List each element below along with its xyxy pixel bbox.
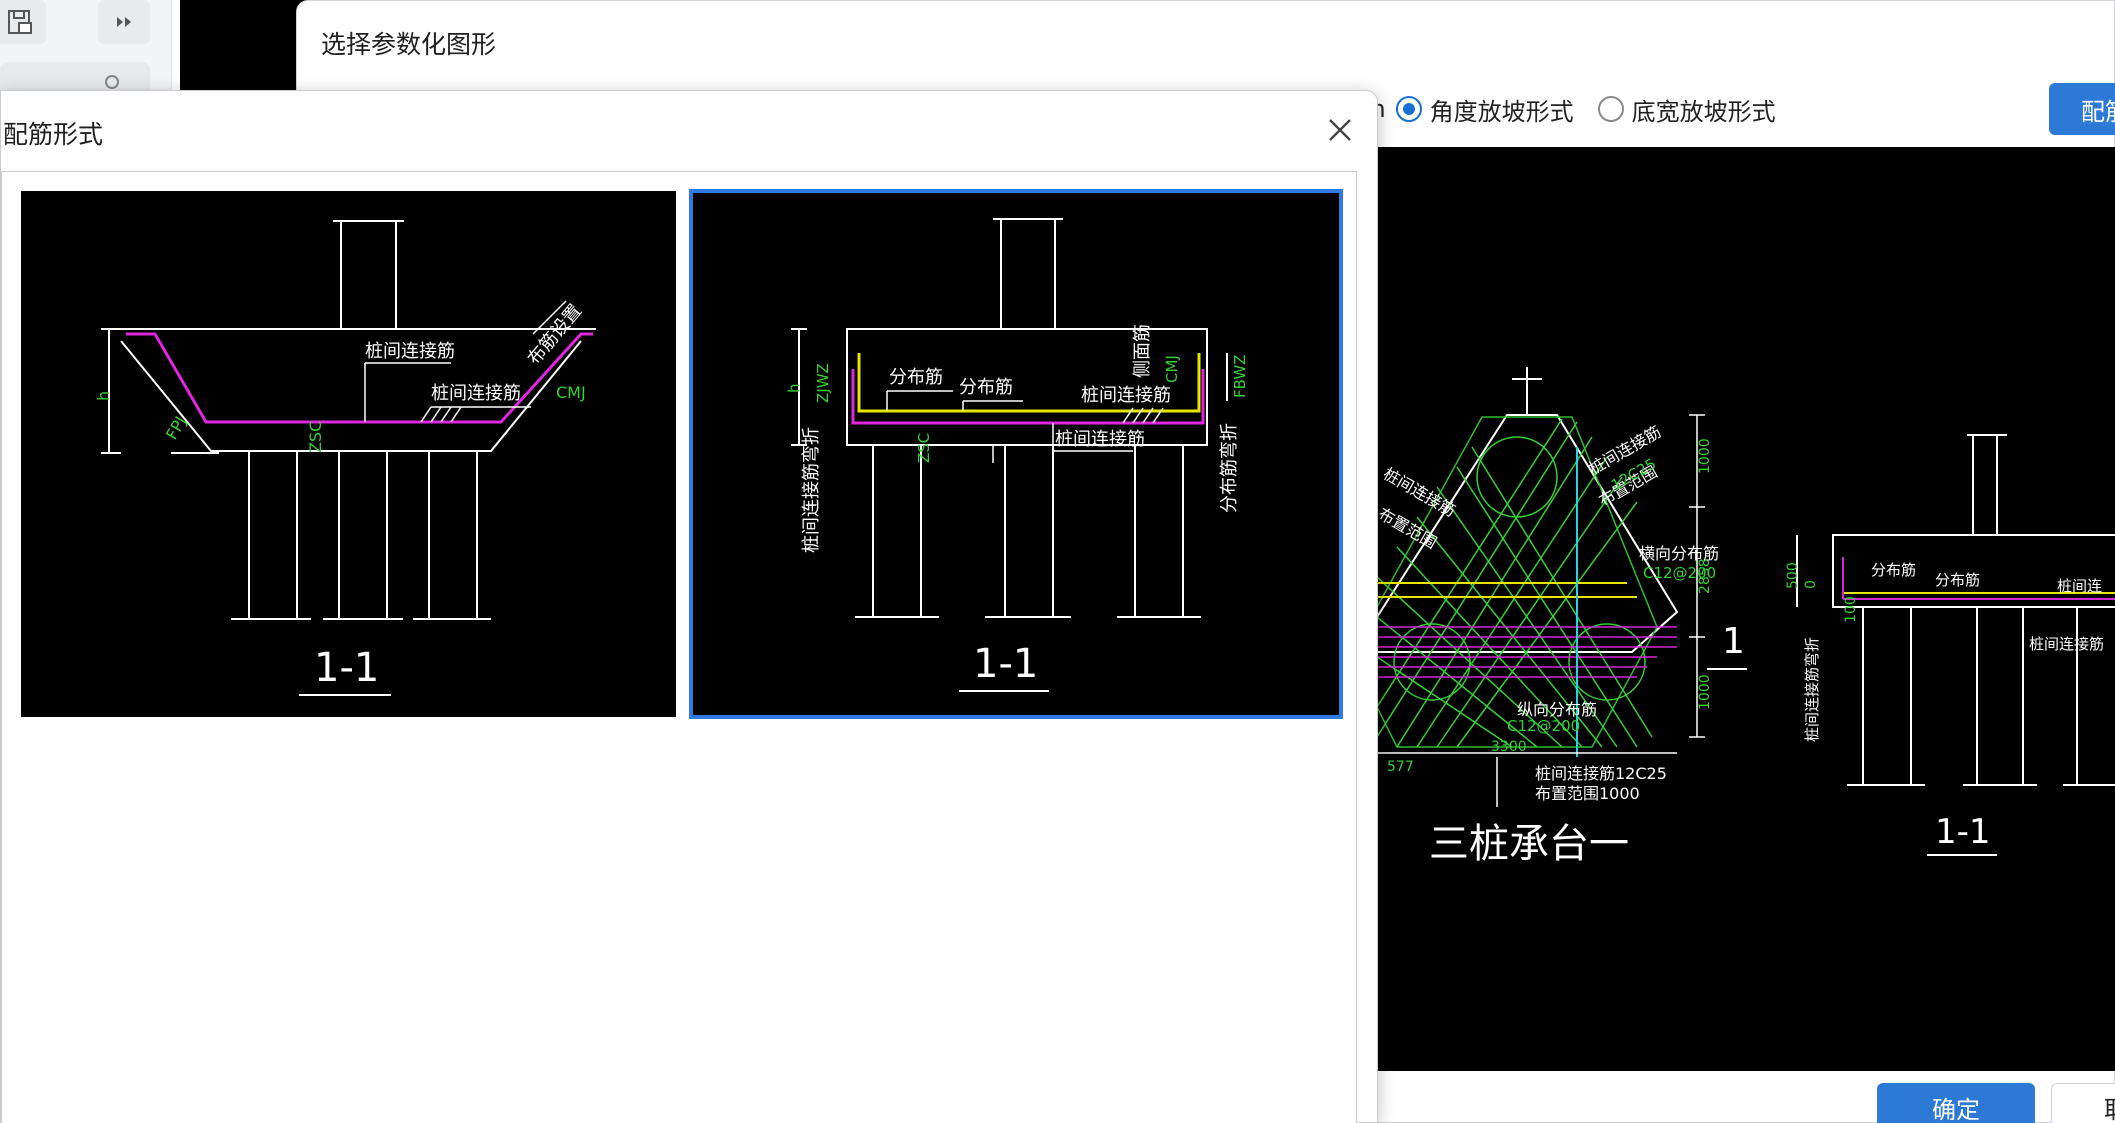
svg-text:ZSC: ZSC [306,421,325,453]
svg-text:h: h [94,391,113,401]
section-marker: 1 [1722,621,1745,662]
svg-text:桩间连接筋: 桩间连接筋 [431,383,521,404]
radio-width-label: 底宽放坡形式 [1631,97,1776,126]
radio-width-slope[interactable]: 底宽放坡形式 [1597,92,1776,127]
svg-text:C12@200: C12@200 [1507,717,1580,735]
slope-options: nm 角度放坡形式 底宽放坡形式 [1347,89,1790,129]
dialog-title: 配筋形式 [3,120,104,149]
svg-text:桩间连接筋弯折: 桩间连接筋弯折 [801,427,822,553]
rebar-form-dialog: 配筋形式 桩间连接筋 桩间连接筋 布筋设置 CMJ FPJ ZSC h 1-1 … [0,90,1378,1123]
svg-text:ZJWZ: ZJWZ [814,363,832,403]
svg-text:分布筋: 分布筋 [1935,571,1980,589]
svg-text:分布筋: 分布筋 [959,377,1013,398]
svg-text:分布筋: 分布筋 [1871,561,1916,579]
svg-text:分布筋弯折: 分布筋弯折 [1219,423,1240,513]
svg-text:1000: 1000 [1697,438,1713,474]
cancel-button[interactable]: 取 [2051,1083,2115,1123]
svg-text:横向分布筋: 横向分布筋 [1639,544,1719,563]
dialog-title: 选择参数化图形 [321,30,497,59]
svg-text:布置范围1000: 布置范围1000 [1535,784,1640,803]
svg-text:CMJ: CMJ [556,383,586,402]
svg-text:0: 0 [1803,580,1819,589]
save-layout-icon[interactable] [0,0,46,44]
svg-text:侧面筋: 侧面筋 [1132,324,1153,378]
plan-title: 三桩承台一 [1429,821,1629,867]
radio-width-circle[interactable] [1597,96,1624,122]
expand-icon[interactable] [98,0,150,44]
svg-text:桩间连接筋: 桩间连接筋 [1081,385,1171,406]
close-icon[interactable] [1323,113,1357,147]
ok-button[interactable]: 确定 [1877,1083,2035,1123]
parametric-preview: 1000 2858 1000 577 3300 桩间连接筋 布置范围 桩间连接筋… [1377,147,2115,1071]
svg-text:桩间连接筋: 桩间连接筋 [2029,635,2104,653]
rebar-form-option-2[interactable]: 分布筋 分布筋 桩间连接筋 桩间连接筋 侧面筋 桩间连接筋弯折 分布筋弯折 CM… [689,189,1343,719]
svg-text:577: 577 [1387,759,1414,775]
svg-text:h: h [785,383,803,393]
radio-angle-circle[interactable] [1395,96,1422,122]
svg-text:100: 100 [1843,596,1859,623]
svg-text:ZSC: ZSC [915,433,933,463]
svg-text:3300: 3300 [1491,739,1527,755]
section-label: 1-1 [314,645,379,691]
rebar-form-list: 桩间连接筋 桩间连接筋 布筋设置 CMJ FPJ ZSC h 1-1 分布筋 分… [1,171,1357,1123]
svg-text:桩间连接筋: 桩间连接筋 [1055,429,1145,450]
svg-text:C12@200: C12@200 [1643,564,1716,582]
section-label: 1-1 [973,641,1038,687]
rebar-form-option-1[interactable]: 桩间连接筋 桩间连接筋 布筋设置 CMJ FPJ ZSC h 1-1 [21,191,676,717]
rebar-config-button[interactable]: 配筋 [2049,83,2115,135]
svg-text:500: 500 [1785,562,1801,589]
radio-angle-label: 角度放坡形式 [1429,97,1574,126]
svg-text:CMJ: CMJ [1163,355,1181,383]
radio-angle-slope[interactable]: 角度放坡形式 [1395,92,1574,127]
svg-text:分布筋: 分布筋 [889,367,943,388]
svg-text:桩间连接筋12C25: 桩间连接筋12C25 [1535,764,1667,783]
svg-text:1000: 1000 [1697,674,1713,710]
svg-text:桩间连: 桩间连 [2057,577,2102,595]
preview-section-label: 1-1 [1935,812,1991,852]
svg-text:FPJ: FPJ [162,413,190,443]
svg-text:布筋设置: 布筋设置 [524,301,586,370]
svg-text:FBWZ: FBWZ [1231,355,1249,399]
svg-text:桩间连接筋弯折: 桩间连接筋弯折 [1803,637,1821,742]
svg-text:桩间连接筋: 桩间连接筋 [365,341,455,362]
